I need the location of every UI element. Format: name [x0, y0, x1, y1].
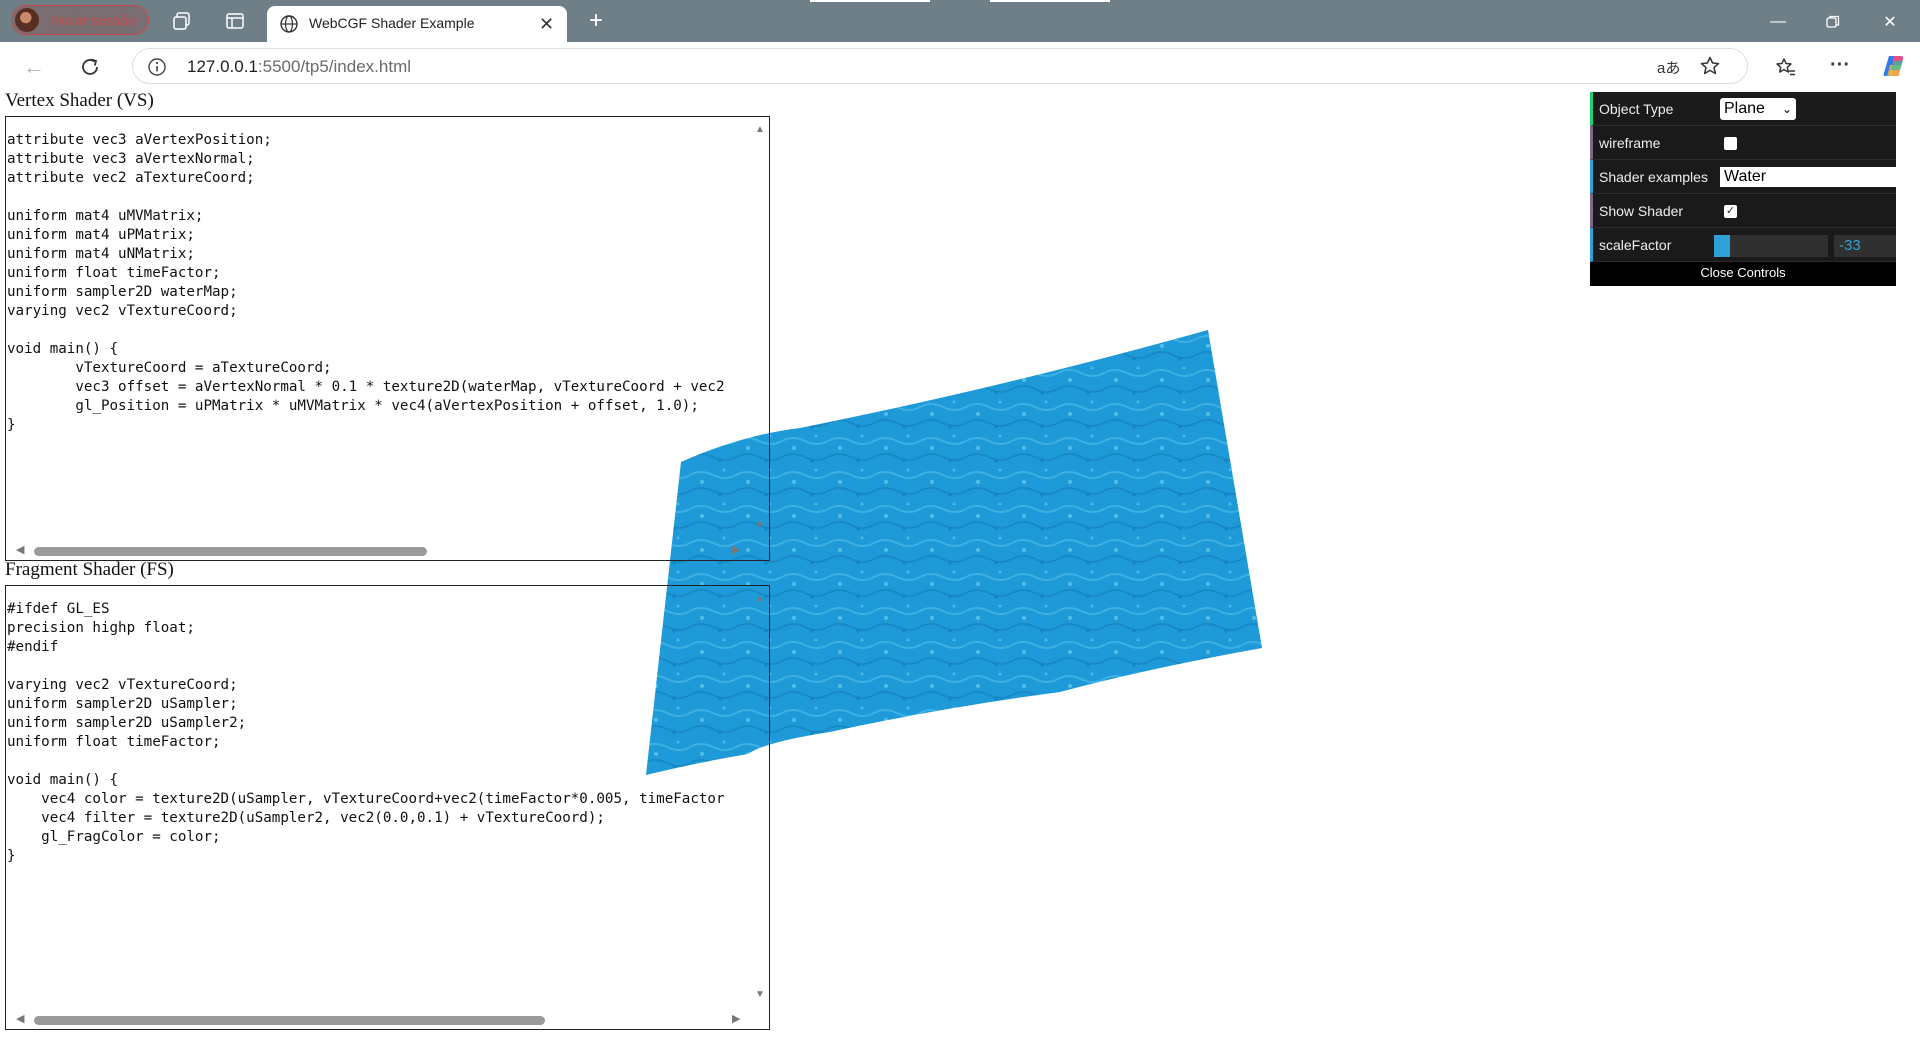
scroll-up-icon[interactable]: ▲	[754, 593, 766, 604]
back-icon[interactable]: ←	[22, 54, 46, 79]
scale-factor-slider-fill	[1714, 235, 1730, 257]
minimize-icon[interactable]: —	[1766, 10, 1790, 34]
show-shader-label: Show Shader	[1599, 203, 1684, 219]
vertex-shader-panel[interactable]: attribute vec3 aVertexPosition; attribut…	[5, 116, 770, 561]
address-bar[interactable]: 127.0.0.1:5500/tp5/index.html aあ	[132, 48, 1748, 84]
reload-icon[interactable]	[77, 54, 103, 80]
scroll-right-icon[interactable]: ▶	[732, 543, 740, 556]
fragment-shader-panel[interactable]: #ifdef GL_ES precision highp float; #end…	[5, 585, 770, 1030]
read-aloud-icon[interactable]: aあ	[1657, 57, 1680, 78]
browser-toolbar: ← 127.0.0.1:5500/tp5/index.html aあ ···	[0, 42, 1920, 93]
profile-button[interactable]: Iniciar sessão	[11, 5, 149, 35]
scrollbar-thumb[interactable]	[34, 1016, 545, 1025]
scroll-left-icon[interactable]: ◀	[16, 543, 24, 556]
browser-titlebar: Iniciar sessão WebCGF Shader Example ✕ +…	[0, 0, 1920, 42]
fragment-shader-code[interactable]: #ifdef GL_ES precision highp float; #end…	[7, 600, 752, 1000]
avatar	[15, 8, 39, 32]
scroll-left-icon[interactable]: ◀	[16, 1012, 24, 1025]
page-content: Vertex Shader (VS) attribute vec3 aVerte…	[0, 92, 1920, 1041]
vertex-shader-code[interactable]: attribute vec3 aVertexPosition; attribut…	[7, 131, 752, 531]
close-window-icon[interactable]: ✕	[1878, 10, 1902, 34]
object-type-label: Object Type	[1599, 101, 1674, 117]
wireframe-checkbox[interactable]	[1724, 137, 1737, 150]
shader-examples-input[interactable]: Water	[1720, 167, 1896, 187]
scroll-up-icon[interactable]: ▲	[754, 124, 766, 135]
tab-webcgf[interactable]: WebCGF Shader Example ✕	[267, 6, 567, 42]
workspaces-icon[interactable]	[170, 9, 194, 33]
scale-factor-label: scaleFactor	[1599, 237, 1672, 253]
controls-panel: Object Type Plane ⌄ wireframe Shader exa…	[1590, 92, 1896, 286]
copilot-icon[interactable]	[1880, 52, 1908, 80]
favorites-icon[interactable]	[1773, 54, 1799, 80]
scale-factor-input[interactable]: -33	[1834, 235, 1896, 257]
close-tab-icon[interactable]: ✕	[539, 14, 554, 35]
horizontal-scrollbar[interactable]: ◀ ▶	[6, 540, 752, 560]
wireframe-row: wireframe	[1590, 126, 1896, 160]
scroll-down-icon[interactable]: ▼	[754, 520, 766, 531]
site-info-icon[interactable]	[147, 57, 167, 82]
url-text: 127.0.0.1:5500/tp5/index.html	[187, 57, 411, 77]
horizontal-scrollbar[interactable]: ◀ ▶	[6, 1009, 752, 1029]
tab-indicator	[990, 0, 1110, 2]
scale-factor-slider[interactable]	[1714, 235, 1828, 257]
shader-examples-row: Shader examples Water	[1590, 160, 1896, 194]
new-tab-icon[interactable]: +	[583, 7, 609, 34]
url-host: 127.0.0.1	[187, 57, 258, 76]
scroll-down-icon[interactable]: ▼	[754, 989, 766, 1000]
object-type-value: Plane	[1724, 100, 1765, 117]
vertex-shader-title: Vertex Shader (VS)	[5, 92, 154, 111]
chevron-down-icon: ⌄	[1781, 102, 1792, 116]
show-shader-row: Show Shader ✓	[1590, 194, 1896, 228]
restore-icon[interactable]	[1821, 10, 1845, 34]
scroll-right-icon[interactable]: ▶	[732, 1012, 740, 1025]
favorite-star-icon[interactable]	[1699, 55, 1721, 82]
url-path: :5500/tp5/index.html	[257, 57, 412, 76]
close-controls-button[interactable]: Close Controls	[1590, 262, 1896, 286]
object-type-select[interactable]: Plane ⌄	[1720, 98, 1796, 120]
tab-indicator	[810, 0, 930, 2]
tab-title: WebCGF Shader Example	[309, 15, 475, 31]
scrollbar-thumb[interactable]	[34, 547, 427, 556]
fragment-shader-title: Fragment Shader (FS)	[5, 559, 174, 580]
tab-actions-icon[interactable]	[223, 9, 247, 33]
show-shader-checkbox[interactable]: ✓	[1724, 205, 1737, 218]
wireframe-label: wireframe	[1599, 135, 1661, 151]
globe-icon	[279, 14, 299, 39]
shader-examples-label: Shader examples	[1599, 169, 1708, 185]
scale-factor-row: scaleFactor -33	[1590, 228, 1896, 262]
more-options-icon[interactable]: ···	[1827, 52, 1853, 78]
object-type-row: Object Type Plane ⌄	[1590, 92, 1896, 126]
profile-label: Iniciar sessão	[50, 12, 136, 28]
